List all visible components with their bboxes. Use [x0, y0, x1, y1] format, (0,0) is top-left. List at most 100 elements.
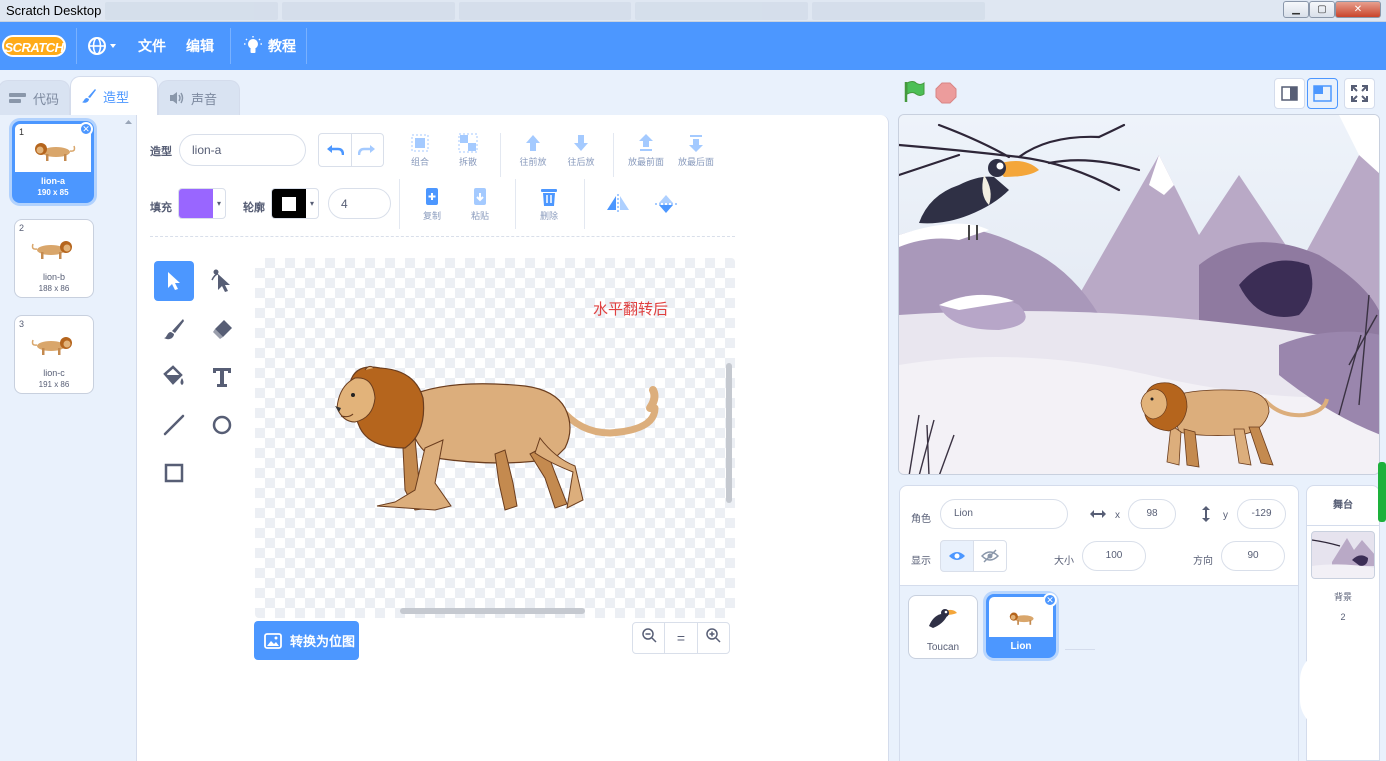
flip-vertical-icon — [655, 195, 677, 213]
show-sprite-button[interactable] — [940, 540, 974, 572]
rectangle-tool[interactable] — [154, 453, 194, 493]
eraser-tool[interactable] — [202, 309, 242, 349]
menu-divider — [306, 28, 307, 64]
text-icon — [213, 368, 231, 387]
outline-width-input[interactable]: 4 — [328, 188, 391, 219]
stage-canvas[interactable] — [898, 114, 1380, 475]
flip-horizontal-button[interactable] — [605, 193, 631, 215]
file-menu[interactable]: 文件 — [138, 22, 166, 70]
canvas-horizontal-scrollbar[interactable] — [400, 608, 585, 614]
costume-name: lion-b — [42, 272, 65, 282]
green-flag-button[interactable] — [903, 80, 925, 109]
close-window-button[interactable]: ✕ — [1335, 1, 1381, 18]
forward-label: 往前放 — [519, 157, 547, 167]
arrow-cursor-icon — [168, 272, 180, 290]
flip-vertical-button[interactable] — [653, 193, 679, 215]
send-to-back-button[interactable]: 放最后面 — [668, 133, 724, 168]
costume-item-lion-c[interactable]: 3 lion-c 191 x 86 — [14, 315, 94, 394]
paint-bucket-icon — [163, 365, 184, 385]
window-scrollbar[interactable] — [1378, 462, 1386, 522]
costume-item-lion-b[interactable]: 2 lion-b 188 x 86 — [14, 219, 94, 298]
costume-item-lion-a[interactable]: 1 ✕ lion-a 190 x 85 — [12, 121, 94, 203]
delete-button[interactable]: 删除 — [521, 187, 577, 222]
reshape-icon — [211, 269, 230, 292]
tab-code[interactable]: 代码 — [0, 80, 70, 115]
outline-color-picker[interactable]: ▾ — [271, 188, 319, 219]
direction-input[interactable]: 90 — [1221, 541, 1285, 571]
ungroup-button[interactable]: 拆散 — [440, 133, 496, 168]
size-input[interactable]: 100 — [1082, 541, 1146, 571]
zoom-out-button[interactable] — [633, 623, 666, 653]
edit-menu[interactable]: 编辑 — [186, 22, 214, 70]
zoom-reset-button[interactable]: = — [665, 623, 698, 653]
sprite-name-input[interactable]: Lion — [940, 499, 1068, 529]
tab-sounds[interactable]: 声音 — [158, 80, 240, 115]
x-position-input[interactable]: 98 — [1128, 499, 1176, 529]
costume-list-scrollbar[interactable] — [120, 115, 137, 761]
zoom-out-icon — [641, 628, 657, 643]
scratch-logo[interactable]: SCRATCH — [2, 35, 66, 57]
globe-icon — [88, 37, 116, 55]
stage-scene — [899, 115, 1379, 474]
costume-name-input[interactable]: lion-a — [179, 134, 306, 166]
eraser-icon — [213, 320, 232, 339]
text-tool[interactable] — [202, 357, 242, 397]
maximize-button[interactable]: ▢ — [1309, 1, 1335, 18]
circle-icon — [212, 415, 232, 435]
fill-color-picker[interactable]: ▾ — [178, 188, 226, 219]
window-titlebar: Scratch Desktop ▁ ▢ ✕ — [0, 0, 1386, 22]
sprite-name-label: 角色 — [911, 514, 931, 525]
horizontal-arrows-icon — [1090, 510, 1106, 518]
vertical-arrows-icon — [1202, 506, 1210, 522]
select-tool[interactable] — [154, 261, 194, 301]
y-label: y — [1223, 510, 1228, 521]
delete-costume-icon[interactable]: ✕ — [79, 122, 93, 136]
toolbar-divider — [500, 133, 501, 177]
paintbrush-icon — [82, 89, 96, 103]
eye-slash-icon — [981, 549, 999, 563]
small-stage-button[interactable] — [1274, 78, 1305, 109]
convert-to-bitmap-button[interactable]: 转换为位图 — [254, 621, 359, 660]
bring-to-front-button[interactable]: 放最前面 — [618, 133, 674, 168]
scroll-up-icon[interactable] — [120, 115, 137, 129]
outline-swatch — [272, 189, 306, 218]
line-tool[interactable] — [154, 405, 194, 445]
costume-list: 1 ✕ lion-a 190 x 85 2 lion-b 188 x 86 3 … — [0, 115, 120, 761]
tab-costumes-label: 造型 — [103, 89, 130, 105]
minimize-button[interactable]: ▁ — [1283, 1, 1309, 18]
trash-icon — [541, 189, 557, 206]
copy-icon — [426, 188, 438, 205]
fullscreen-button[interactable] — [1344, 78, 1375, 109]
paste-button[interactable]: 粘贴 — [452, 187, 508, 222]
hide-sprite-button[interactable] — [973, 540, 1007, 572]
canvas-vertical-scrollbar[interactable] — [726, 363, 732, 503]
costume-name-label: 造型 — [150, 146, 172, 158]
image-icon — [264, 632, 282, 649]
undo-button[interactable] — [319, 134, 352, 166]
toolbar-divider-line — [150, 236, 735, 237]
tutorials-menu[interactable]: 教程 — [244, 22, 296, 70]
delete-sprite-icon[interactable]: ✕ — [1043, 593, 1057, 607]
bring-to-front-label: 放最前面 — [627, 157, 664, 167]
fill-tool[interactable] — [154, 357, 194, 397]
circle-tool[interactable] — [202, 405, 242, 445]
tab-costumes[interactable]: 造型 — [70, 76, 158, 115]
y-position-input[interactable]: -129 — [1237, 499, 1286, 529]
group-icon — [411, 134, 429, 152]
language-menu[interactable] — [86, 22, 124, 70]
sprite-item-toucan[interactable]: Toucan — [908, 595, 978, 659]
sprite-item-lion[interactable]: ✕ Lion — [986, 593, 1057, 658]
costume-number: 3 — [19, 319, 25, 329]
backward-button[interactable]: 往后放 — [553, 133, 609, 168]
zoom-in-button[interactable] — [698, 623, 729, 653]
copy-label: 复制 — [422, 211, 441, 221]
drawing-canvas[interactable]: 水平翻转后 — [255, 258, 735, 618]
lion-thumbnail — [31, 337, 72, 355]
reshape-tool[interactable] — [202, 261, 242, 301]
redo-button[interactable] — [352, 134, 384, 166]
normal-stage-button[interactable] — [1307, 78, 1338, 109]
zoom-in-icon — [706, 628, 721, 643]
brush-tool[interactable] — [154, 309, 194, 349]
direction-label: 方向 — [1193, 556, 1213, 567]
stop-button[interactable] — [935, 82, 957, 109]
